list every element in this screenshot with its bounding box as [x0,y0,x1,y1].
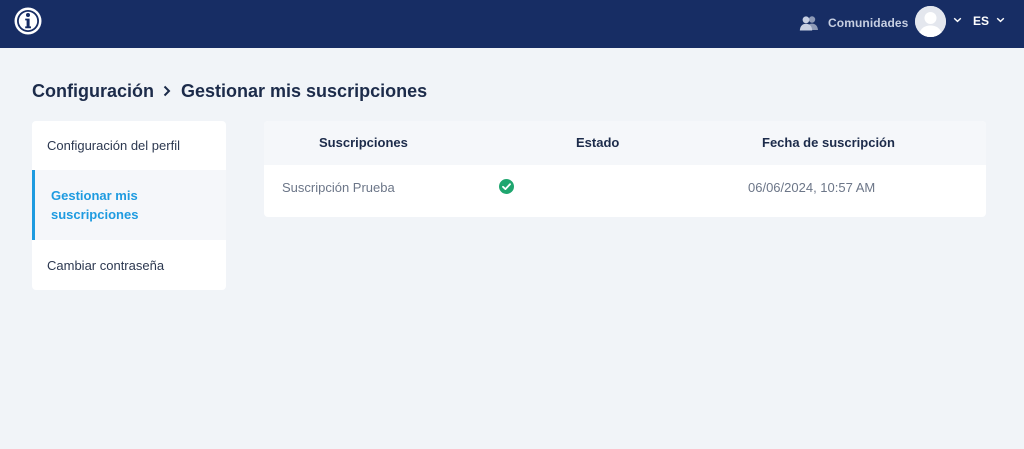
menu-item-profile-settings[interactable]: Configuración del perfil [32,121,226,170]
column-header-subscriptions: Suscripciones [319,135,408,150]
settings-menu: Configuración del perfil Gestionar mis s… [32,121,226,290]
info-circle-icon[interactable] [13,6,43,36]
page-title: Gestionar mis suscripciones [181,80,428,101]
communities-label: Comunidades [828,16,909,30]
language-selector[interactable]: ES [973,14,989,28]
menu-item-label: Configuración del perfil [47,138,180,153]
communities-link[interactable]: Comunidades [799,12,908,34]
column-header-status: Estado [576,135,620,150]
users-icon [799,16,818,31]
menu-item-label: Gestionar mis suscripciones [51,188,139,222]
language-chevron-down-icon[interactable] [996,17,1005,23]
breadcrumb: Configuración Gestionar mis suscripcione… [32,79,427,103]
breadcrumb-parent[interactable]: Configuración [32,81,154,102]
user-avatar[interactable] [915,6,946,37]
subscription-name: Suscripción Prueba [282,180,395,195]
subscription-date: 06/06/2024, 10:57 AM [748,180,876,195]
menu-item-manage-subscriptions[interactable]: Gestionar mis suscripciones [32,170,226,240]
menu-item-label: Cambiar contraseña [47,257,165,273]
column-header-date: Fecha de suscripción [762,135,895,150]
user-avatar-icon [915,6,946,37]
check-circle-icon [499,179,514,194]
top-navigation-bar: Comunidades ES [0,0,1024,48]
user-menu-chevron-down-icon[interactable] [953,17,962,23]
menu-item-change-password[interactable]: Cambiar contraseña [32,240,226,290]
chevron-right-icon [163,85,171,97]
subscriptions-table: Suscripciones Estado Fecha de suscripció… [264,121,986,217]
table-header: Suscripciones Estado Fecha de suscripció… [264,121,986,165]
